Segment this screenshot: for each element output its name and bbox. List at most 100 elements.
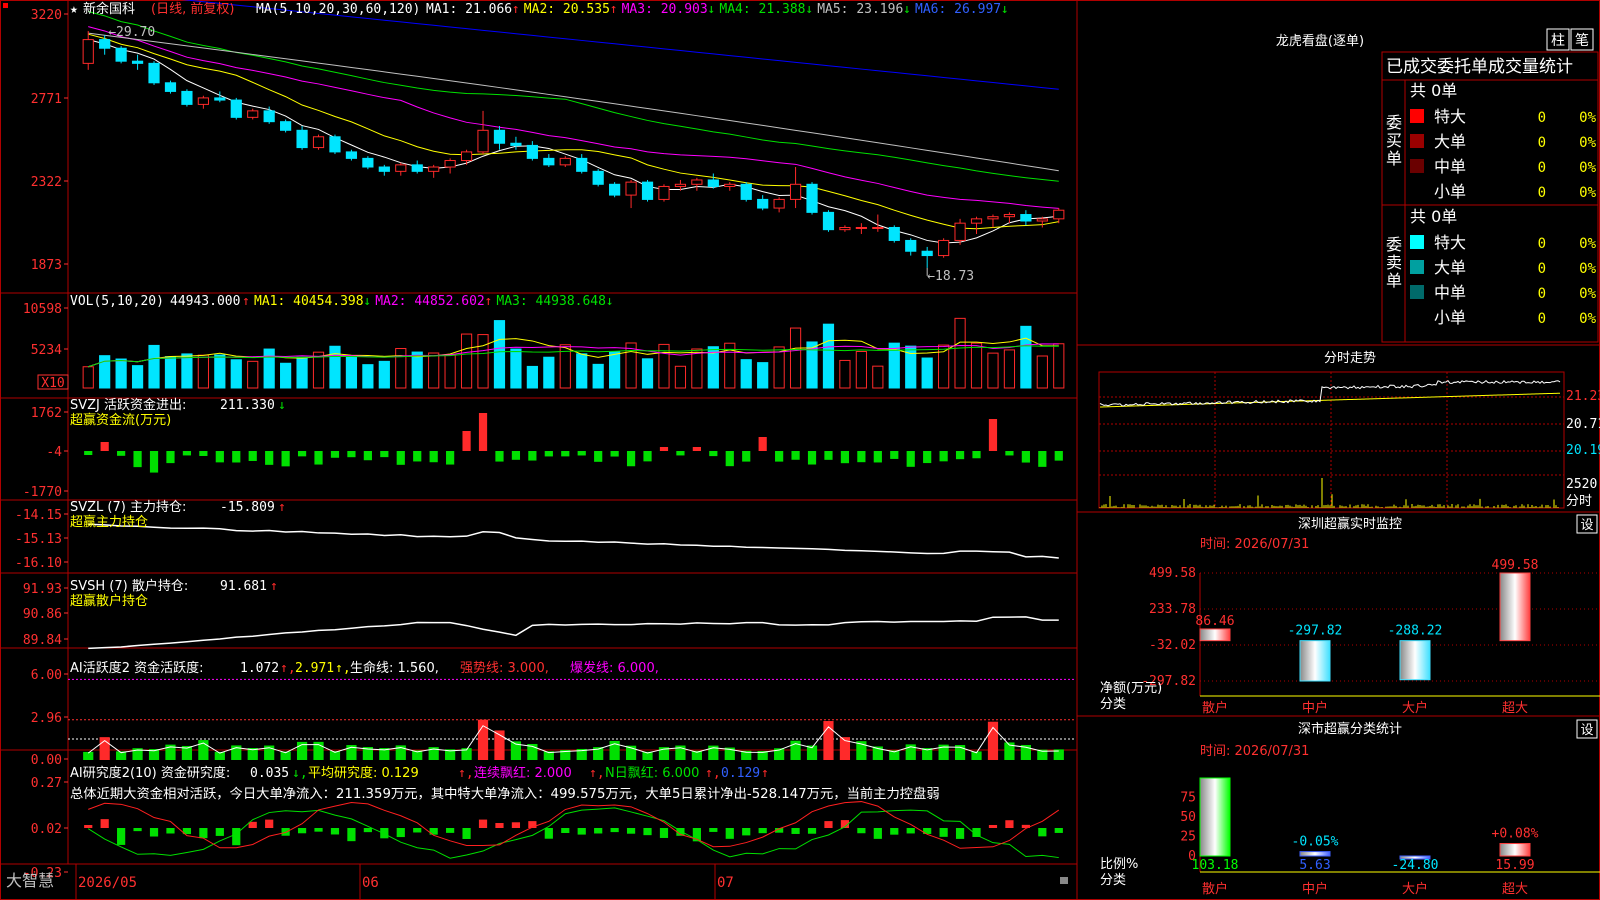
fund-flow-bar [1054, 451, 1063, 461]
volume-bar [345, 356, 358, 389]
price-tick-label: 2771 [31, 92, 62, 107]
sell-color-swatch [1410, 260, 1424, 274]
vol-ma1-arrow: ↓ [363, 294, 371, 309]
candle-body [707, 179, 719, 187]
svzj-tick-label: -1770 [23, 485, 62, 500]
fund-flow-bar [1005, 451, 1014, 456]
volume-bar [921, 357, 933, 389]
candle-body [99, 39, 111, 49]
volume-bar [148, 344, 160, 389]
fund-flow-bar [610, 451, 619, 457]
fund-flow-bar [380, 451, 389, 458]
svsh-tick-label: 89.84 [23, 633, 62, 648]
buy-row-name: 特大 [1434, 107, 1466, 126]
svsh-tick-label: 91.93 [23, 582, 62, 597]
fund-flow-bar [692, 447, 701, 451]
svzj-tick-label: 1762 [31, 406, 62, 421]
main-position-line [88, 523, 1059, 559]
sh-bar [1199, 777, 1231, 857]
fund-flow-bar [495, 451, 504, 462]
chart-canvas: 3220 2771 2322 1873 ←29.70 ←18.73 ★ 新余国科 (日线, 前复… [0, 0, 1600, 900]
retail-position-line [88, 616, 1059, 650]
volume-bar [609, 351, 621, 389]
sz-tick-label: -32.02 [1149, 638, 1196, 653]
buy-row-name: 大单 [1434, 132, 1466, 151]
sz-bar-value: -297.82 [1288, 624, 1343, 639]
candle-body [428, 166, 440, 172]
fund-flow-bar [511, 451, 521, 460]
volume-bar [395, 348, 407, 389]
research-v1: 0.035 [250, 766, 289, 781]
candle-body [345, 151, 358, 159]
vol-tick-label: 5234 [31, 343, 62, 358]
high-price-label: ←29.70 [108, 25, 155, 40]
research-bar [857, 828, 866, 834]
fund-flow-bar [149, 451, 159, 473]
research-bar [1005, 820, 1014, 828]
sh-bar-delta: +0.08% [1492, 827, 1539, 842]
date-label: 06 [362, 875, 379, 891]
research-bar [643, 828, 652, 836]
volume-bar [855, 350, 867, 389]
candle-body [197, 97, 209, 105]
sell-color-swatch [1410, 235, 1424, 249]
svsh-subtitle: 超赢散户持仓 [70, 593, 148, 609]
sell-orders-label: 卖 [1386, 253, 1402, 272]
fund-flow-bar [923, 451, 932, 464]
volume-bar [592, 363, 604, 389]
lhkp-title: 龙虎看盘(逐单) [1276, 33, 1364, 49]
svzj-arrow: ↓ [278, 398, 286, 413]
fund-flow-bar [807, 451, 817, 465]
fund-flow-bar [775, 451, 784, 462]
research-bar [149, 828, 159, 837]
intraday-tick-label: 20.19 [1566, 443, 1600, 458]
volume-bar [1053, 343, 1065, 389]
sz-bar-category: 中户 [1302, 700, 1328, 716]
low-price-label: ←18.73 [927, 269, 974, 284]
research-bar [380, 828, 389, 839]
volume-bar [674, 365, 687, 389]
svzj-tick-label: -4 [46, 445, 62, 460]
lock-icon[interactable] [1060, 877, 1068, 884]
fund-flow-bar [906, 451, 915, 467]
sh-bar-category: 散户 [1202, 881, 1228, 897]
sell-row-name: 特大 [1434, 233, 1466, 252]
candle-body [296, 129, 308, 149]
volume-bar [444, 354, 456, 389]
svsh-arrow: ↑ [270, 579, 278, 594]
candle-body [609, 183, 621, 196]
candle-body [329, 136, 341, 153]
volume-bar [954, 317, 966, 389]
sz-bar-value: 86.46 [1195, 614, 1234, 629]
vol-ma2-arrow: ↑ [484, 294, 492, 309]
candle-body [510, 142, 522, 146]
svsh-label: SVSH (7) 散户持仓: [70, 578, 188, 594]
ma3-arrow: ↓ [707, 2, 715, 17]
sh-bar-value: 15.99 [1495, 858, 1534, 873]
volume-bar [576, 353, 588, 389]
candle-body [526, 144, 538, 159]
candle-body [938, 239, 950, 257]
research-n-arrow: ↑, [705, 766, 721, 781]
date-label: 07 [717, 875, 734, 891]
fund-flow-bar [396, 451, 405, 465]
research-bar [709, 828, 718, 832]
outer-frame [0, 0, 1600, 900]
ai-active-tick-label: 0.00 [31, 753, 62, 768]
vol-ma3-value: MA3: 44938.648 [496, 294, 606, 309]
volume-bar [247, 360, 259, 389]
star-icon: ★ [70, 2, 78, 17]
price-tick-label: 1873 [31, 258, 62, 273]
panel-marker-icon[interactable] [3, 3, 8, 8]
svzl-value: -15.809 [220, 500, 275, 515]
fund-flow-bar [725, 451, 734, 467]
research-bar [478, 819, 488, 828]
research-bar [561, 828, 570, 834]
sz-bar [1499, 572, 1531, 642]
research-bar [495, 823, 504, 828]
vol-value: 44943.000 [170, 294, 240, 309]
sh-unit-label: 比例% [1100, 857, 1138, 872]
candle-body [1036, 218, 1048, 222]
fund-flow-bar [182, 451, 192, 456]
volume-bar [1020, 325, 1032, 389]
